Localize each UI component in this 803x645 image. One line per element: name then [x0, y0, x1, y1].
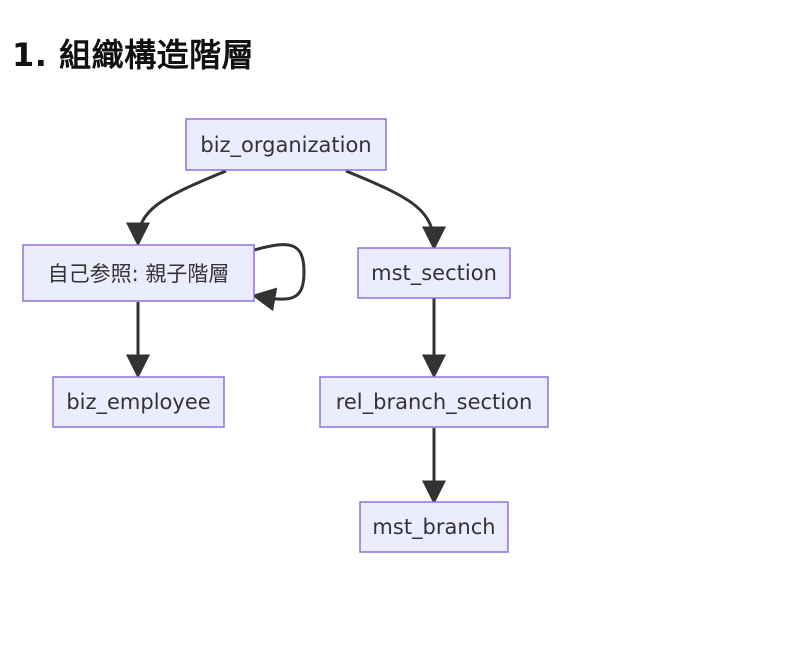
node-self-reference-label: 自己参照: 親子階層 [48, 262, 230, 286]
node-rel-branch-section[interactable]: rel_branch_section [319, 376, 549, 428]
node-mst-section-label: mst_section [371, 261, 497, 286]
flowchart: biz_organization 自己参照: 親子階層 mst_section … [22, 118, 549, 553]
node-biz-employee-label: biz_employee [66, 390, 210, 415]
node-biz-employee[interactable]: biz_employee [52, 376, 225, 428]
edge-selfref-loop [251, 243, 306, 312]
node-biz-organization-label: biz_organization [200, 133, 371, 158]
node-mst-section[interactable]: mst_section [357, 247, 511, 299]
node-rel-branch-section-label: rel_branch_section [336, 390, 533, 415]
edge-organization-to-section [345, 169, 446, 251]
node-mst-branch-label: mst_branch [372, 515, 495, 540]
node-biz-organization[interactable]: biz_organization [185, 118, 387, 171]
node-self-reference[interactable]: 自己参照: 親子階層 [22, 244, 255, 302]
node-mst-branch[interactable]: mst_branch [359, 501, 509, 553]
edge-organization-to-selfref [126, 169, 227, 247]
